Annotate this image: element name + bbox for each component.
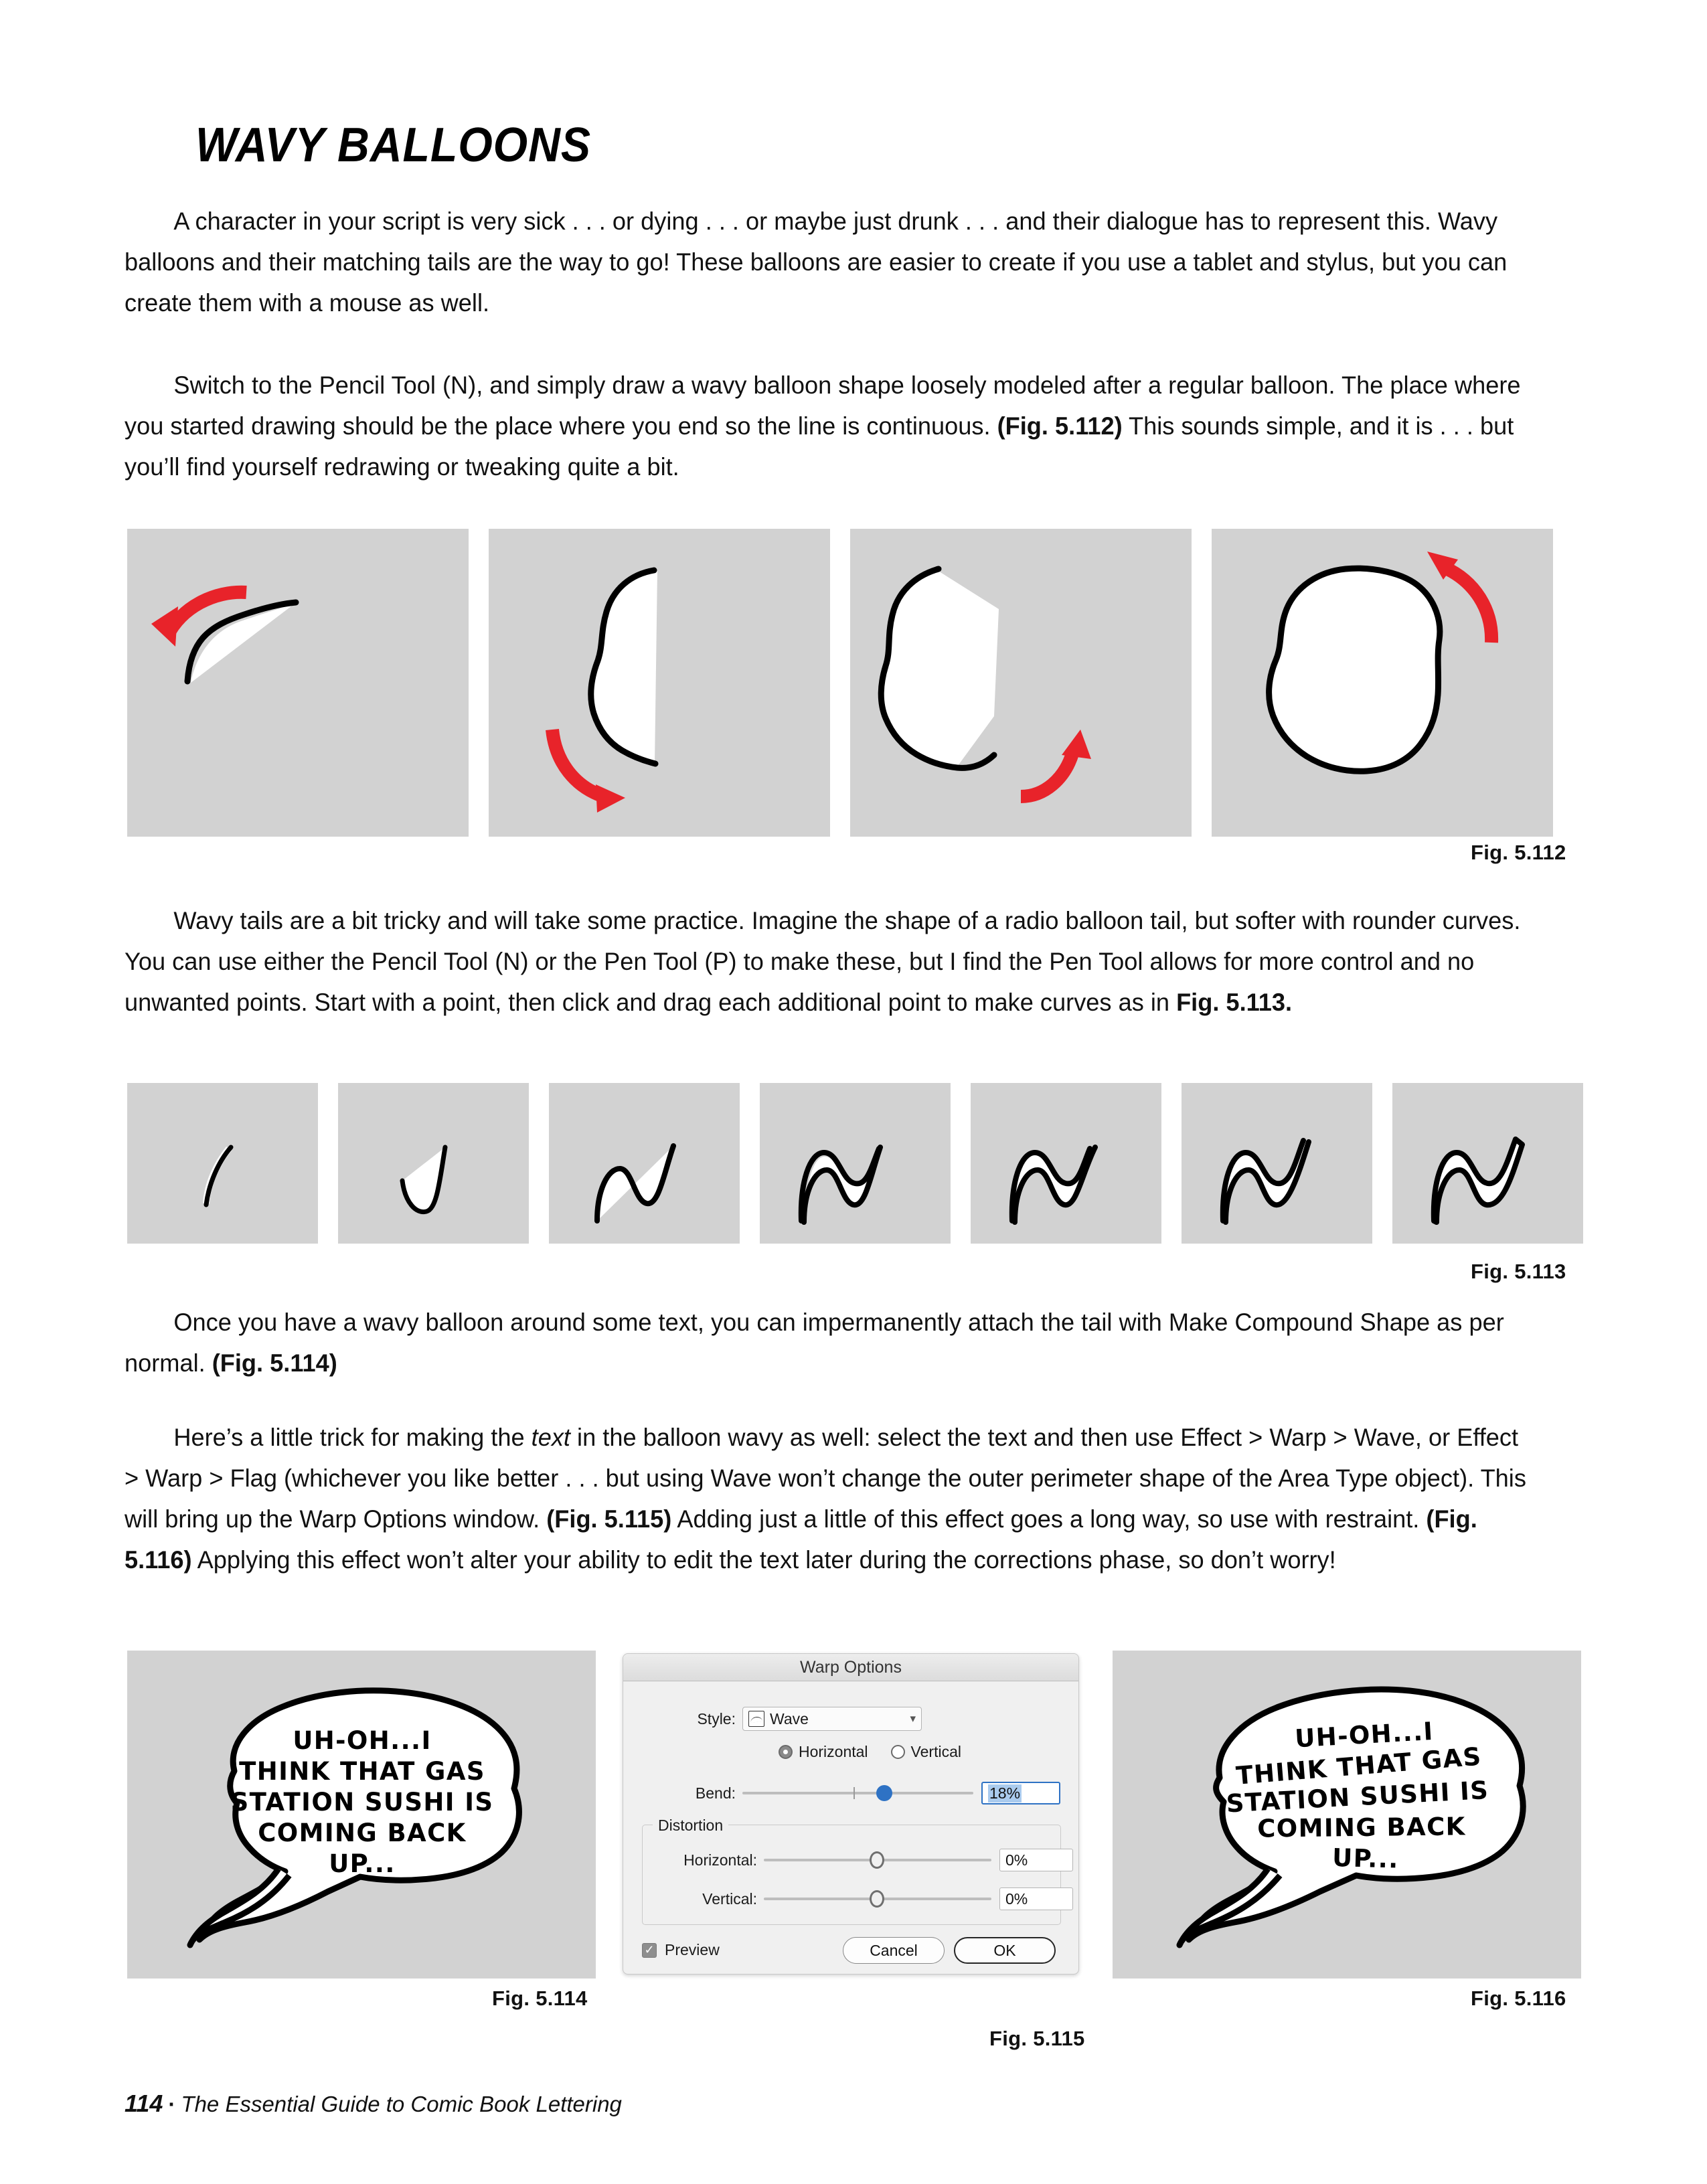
distortion-vertical-knob[interactable] (870, 1890, 884, 1908)
bend-value-input[interactable]: 18% (981, 1782, 1060, 1804)
balloon-line-5: UP... (1331, 1843, 1400, 1874)
orientation-radio-horizontal[interactable]: Horizontal (779, 1743, 868, 1761)
distortion-vertical-slider[interactable] (764, 1890, 991, 1908)
paragraph-warp-trick: Here’s a little trick for making the tex… (125, 1417, 1530, 1580)
style-select[interactable]: Wave ▾ (742, 1707, 922, 1731)
fig-113-panel-6 (1182, 1083, 1372, 1244)
fig-112-panel-1 (127, 529, 469, 837)
balloon-line-1: UH-OH...I (293, 1726, 432, 1755)
fig-116-panel: UH-OH...I THINK THAT GAS STATION SUSHI I… (1113, 1651, 1581, 1979)
radio-empty-icon (890, 1745, 905, 1759)
fig-116-balloon-text: UH-OH...I THINK THAT GAS STATION SUSHI I… (1186, 1717, 1534, 1874)
preview-label: Preview (665, 1941, 720, 1958)
balloon-line-3: STATION SUSHI IS (230, 1788, 494, 1817)
distortion-vertical-value[interactable]: 0% (999, 1887, 1073, 1910)
bend-slider[interactable] (742, 1785, 973, 1801)
fig-115-caption: Fig. 5.115 (989, 2027, 1085, 2050)
page-footer: 114 · The Essential Guide to Comic Book Le… (125, 2090, 622, 2118)
balloon-line-5: UP... (329, 1849, 396, 1878)
cancel-button[interactable]: Cancel (843, 1937, 945, 1964)
paragraph-5-text: Here’s a little trick for making the tex… (125, 1423, 1526, 1574)
bend-label: Bend: (695, 1784, 736, 1802)
distortion-horizontal-value[interactable]: 0% (999, 1849, 1073, 1871)
warp-options-dialog[interactable]: Warp Options Style: Wave ▾ Horizontal Ve… (623, 1653, 1079, 1975)
fig-113-panel-1 (127, 1083, 318, 1244)
balloon-line-2: THINK THAT GAS (239, 1757, 485, 1786)
ok-button[interactable]: OK (954, 1937, 1056, 1964)
fig-112-panel-2 (489, 529, 830, 837)
distortion-horizontal-knob[interactable] (870, 1851, 884, 1869)
footer-page-number: 114 (125, 2090, 163, 2117)
bend-slider-knob[interactable] (876, 1785, 892, 1801)
style-label: Style: (697, 1709, 736, 1728)
distortion-group-label: Distortion (653, 1817, 729, 1835)
paragraph-wavy-tails: Wavy tails are a bit tricky and will tak… (125, 900, 1530, 1023)
footer-book-title: The Essential Guide to Comic Book Letter… (181, 2092, 622, 2116)
paragraph-intro: A character in your script is very sick … (125, 201, 1530, 323)
fig-113-panel-3 (549, 1083, 740, 1244)
fig-112-caption: Fig. 5.112 (1471, 841, 1566, 864)
paragraph-3-text: Wavy tails are a bit tricky and will tak… (125, 906, 1521, 1016)
distortion-horizontal-label: Horizontal: (683, 1851, 757, 1869)
balloon-line-4: COMING BACK (258, 1819, 467, 1847)
chevron-down-icon: ▾ (910, 1712, 916, 1725)
fig-112-panel-4 (1212, 529, 1553, 837)
document-page: WAVY BALLOONS A character in your script… (0, 0, 1707, 2184)
fig-113-panel-4 (760, 1083, 951, 1244)
orientation-vertical-label: Vertical (910, 1743, 961, 1760)
fig-113-panel-7 (1392, 1083, 1583, 1244)
paragraph-1-text: A character in your script is very sick … (125, 207, 1508, 317)
checkbox-checked-icon[interactable]: ✓ (642, 1942, 657, 1958)
style-select-value: Wave (770, 1709, 809, 1728)
bend-slider-center-tick (854, 1787, 855, 1799)
fig-113-panel-2 (338, 1083, 529, 1244)
fig-114-balloon-text: UH-OH...I THINK THAT GAS STATION SUSHI I… (191, 1726, 533, 1879)
fig-113-panel-5 (971, 1083, 1161, 1244)
footer-separator: · (168, 2092, 176, 2116)
fig-116-caption: Fig. 5.116 (1471, 1987, 1566, 2010)
paragraph-pencil-tool: Switch to the Pencil Tool (N), and simpl… (125, 365, 1530, 487)
wave-thumbnail-icon (748, 1711, 764, 1727)
fig-113-caption: Fig. 5.113 (1471, 1260, 1566, 1283)
bend-value: 18% (988, 1784, 1022, 1802)
paragraph-compound-shape: Once you have a wavy balloon around some… (125, 1302, 1530, 1383)
distortion-horizontal-slider[interactable] (764, 1851, 991, 1869)
distortion-vertical-label: Vertical: (702, 1889, 757, 1908)
page-title: WAVY BALLOONS (195, 118, 591, 172)
orientation-radio-vertical[interactable]: Vertical (890, 1743, 961, 1761)
fig-114-panel: UH-OH...I THINK THAT GAS STATION SUSHI I… (127, 1651, 596, 1979)
paragraph-4-text: Once you have a wavy balloon around some… (125, 1308, 1504, 1377)
orientation-horizontal-label: Horizontal (799, 1743, 868, 1760)
paragraph-2-text: Switch to the Pencil Tool (N), and simpl… (125, 371, 1521, 481)
preview-checkbox-row[interactable]: ✓ Preview (642, 1941, 720, 1959)
radio-selected-icon (779, 1745, 793, 1759)
fig-114-caption: Fig. 5.114 (492, 1987, 588, 2010)
dialog-title: Warp Options (623, 1654, 1078, 1681)
fig-112-panel-3 (850, 529, 1192, 837)
dialog-body: Style: Wave ▾ Horizontal Vertical Bend: … (623, 1681, 1078, 1974)
